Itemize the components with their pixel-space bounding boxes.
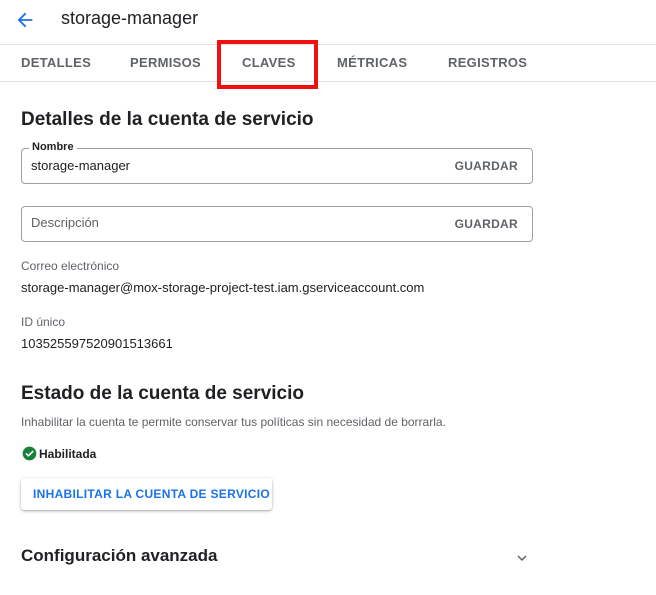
- email-value: storage-manager@mox-storage-project-test…: [21, 280, 425, 295]
- name-field-value[interactable]: storage-manager: [31, 158, 130, 173]
- tab-metricas[interactable]: MÉTRICAS: [337, 45, 407, 81]
- status-heading: Estado de la cuenta de servicio: [21, 383, 304, 404]
- tab-detalles[interactable]: DETALLES: [21, 45, 91, 81]
- tab-highlight-box: [217, 40, 318, 89]
- arrow-back-icon[interactable]: [14, 9, 36, 31]
- status-description: Inhabilitar la cuenta te permite conserv…: [21, 415, 446, 429]
- disable-button-label: INHABILITAR LA CUENTA DE SERVICIO: [33, 487, 271, 501]
- unique-id-value: 103525597520901513661: [21, 336, 173, 351]
- status-text: Habilitada: [39, 447, 97, 461]
- page-header: storage-manager: [0, 0, 656, 44]
- disable-service-account-button[interactable]: INHABILITAR LA CUENTA DE SERVICIO: [21, 478, 272, 510]
- description-field[interactable]: GUARDAR: [21, 206, 533, 242]
- details-heading: Detalles de la cuenta de servicio: [21, 109, 314, 130]
- tab-registros[interactable]: REGISTROS: [448, 45, 527, 81]
- tab-bar: DETALLES PERMISOS CLAVES MÉTRICAS REGIST…: [0, 44, 656, 82]
- name-field[interactable]: Nombre storage-manager GUARDAR: [21, 141, 533, 184]
- description-input[interactable]: [31, 215, 411, 230]
- name-field-label: Nombre: [29, 141, 77, 153]
- email-label: Correo electrónico: [21, 259, 120, 273]
- unique-id-label: ID único: [21, 315, 66, 329]
- tab-permisos[interactable]: PERMISOS: [130, 45, 201, 81]
- check-circle-icon: [22, 446, 37, 461]
- advanced-config-toggle[interactable]: Configuración avanzada: [21, 546, 531, 570]
- advanced-config-heading: Configuración avanzada: [21, 546, 218, 565]
- chevron-down-icon[interactable]: [513, 549, 531, 567]
- page-title: storage-manager: [61, 8, 199, 28]
- save-name-button[interactable]: GUARDAR: [455, 159, 518, 173]
- save-description-button[interactable]: GUARDAR: [455, 217, 518, 231]
